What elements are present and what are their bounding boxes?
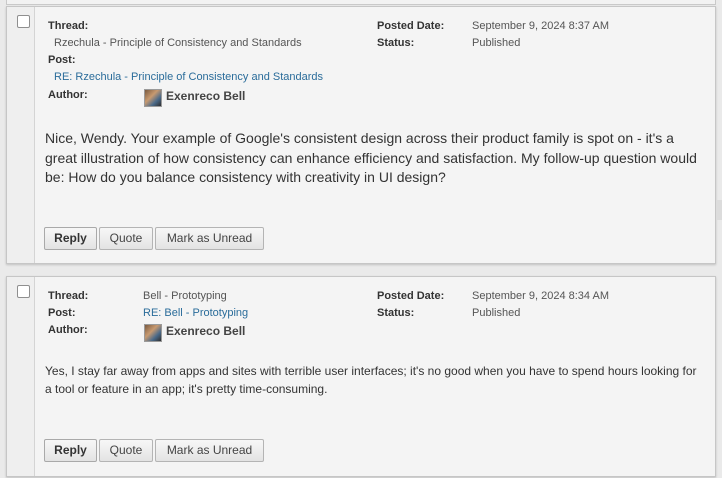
status-label: Status: xyxy=(377,307,415,319)
mark-as-unread-button[interactable]: Mark as Unread xyxy=(155,439,264,462)
post-link[interactable]: RE: Bell - Prototyping xyxy=(143,307,248,319)
reply-button[interactable]: Reply xyxy=(44,227,97,250)
quote-button[interactable]: Quote xyxy=(99,227,153,250)
posted-date-value: September 9, 2024 8:34 AM xyxy=(472,290,609,302)
author-name[interactable]: Exenreco Bell xyxy=(166,89,245,103)
post-gutter xyxy=(7,7,35,263)
posted-date-label: Posted Date: xyxy=(377,290,445,302)
status-label: Status: xyxy=(377,37,415,49)
post-card: Thread: Bell - Prototyping Post: RE: Bel… xyxy=(6,276,716,477)
author-label: Author: xyxy=(48,89,88,101)
mark-as-unread-button[interactable]: Mark as Unread xyxy=(155,227,264,250)
post-gutter xyxy=(7,277,35,476)
author-avatar xyxy=(144,324,162,342)
thread-label: Thread: xyxy=(48,20,89,32)
post-link[interactable]: RE: Rzechula - Principle of Consistency … xyxy=(54,71,323,83)
post-select-checkbox[interactable] xyxy=(17,285,30,298)
previous-post-edge xyxy=(6,0,716,5)
post-select-checkbox[interactable] xyxy=(17,15,30,28)
posted-date-label: Posted Date: xyxy=(377,20,445,32)
thread-value: Bell - Prototyping xyxy=(143,290,227,302)
posted-date-value: September 9, 2024 8:37 AM xyxy=(472,20,609,32)
author-name[interactable]: Exenreco Bell xyxy=(166,324,245,338)
status-value: Published xyxy=(472,37,521,49)
post-label: Post: xyxy=(48,307,76,319)
scrollbar-edge[interactable] xyxy=(716,200,722,220)
reply-button[interactable]: Reply xyxy=(44,439,97,462)
post-card: Thread: Rzechula - Principle of Consiste… xyxy=(6,6,716,264)
thread-label: Thread: xyxy=(48,290,89,302)
thread-value: Rzechula - Principle of Consistency and … xyxy=(54,37,302,49)
author-label: Author: xyxy=(48,324,88,336)
post-body: Yes, I stay far away from apps and sites… xyxy=(45,364,697,396)
quote-button[interactable]: Quote xyxy=(99,439,153,462)
author-avatar xyxy=(144,89,162,107)
post-label: Post: xyxy=(48,54,76,66)
status-value: Published xyxy=(472,307,521,319)
post-body: Nice, Wendy. Your example of Google's co… xyxy=(45,130,697,185)
